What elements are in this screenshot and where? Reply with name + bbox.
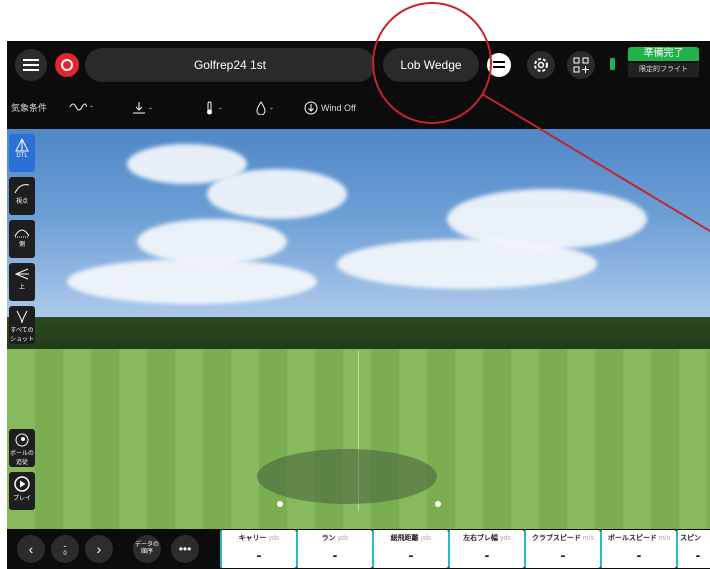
list-icon (493, 61, 505, 68)
shot-sub: 0 (63, 551, 67, 557)
annotation-circle (372, 2, 492, 124)
ball-follow-icon (15, 433, 29, 447)
battery-icon (610, 58, 615, 70)
session-title[interactable]: Golfrep24 1st (85, 48, 375, 82)
metric-label: 総飛距離 yds (390, 535, 432, 542)
tool-label: すべてのショット (9, 328, 34, 343)
gear-icon (534, 58, 548, 72)
wind-pattern-setting[interactable]: - (69, 101, 93, 111)
wind-setting[interactable]: Wind Off (304, 101, 356, 115)
altitude-value: - (149, 103, 152, 113)
metric-value: - (484, 547, 490, 563)
metric-value: - (560, 547, 566, 563)
menu-button[interactable] (15, 49, 47, 81)
wind-direction-icon (304, 101, 318, 115)
play-icon (14, 476, 30, 492)
brand-logo-icon (61, 59, 73, 71)
metric-label: スピン (680, 535, 701, 542)
brand-logo (55, 53, 79, 77)
metric-value: - (408, 547, 414, 563)
weather-label: 気象条件 (11, 103, 48, 113)
camera-dtl-button[interactable]: DTL (9, 134, 35, 172)
metric-label: キャリー yds (238, 535, 280, 542)
ball-follow-button[interactable]: ボールの追従 (9, 429, 35, 467)
view-icon (14, 184, 30, 194)
tool-label: 視点 (15, 199, 28, 205)
shot-number: - (63, 541, 67, 551)
play-button[interactable]: プレイ (9, 472, 35, 510)
metric-label: ボールスピード m/s (607, 535, 671, 542)
hamburger-icon (23, 59, 39, 71)
range-logo (257, 449, 437, 504)
cloud (337, 239, 597, 289)
metric-ball-speed[interactable]: ボールスピード m/s - (600, 530, 676, 568)
humidity-setting[interactable]: - (255, 101, 273, 115)
metric-value: - (695, 547, 701, 563)
tool-label: DTL (16, 153, 28, 159)
tool-label: 側 (18, 242, 25, 248)
temperature-value: - (219, 103, 222, 113)
shot-selector[interactable]: - 0 (51, 535, 79, 563)
top-bar: Golfrep24 1st Lob Wedge 準備完了 限定的フライト (7, 41, 710, 89)
metric-value: - (636, 547, 642, 563)
dtl-icon (15, 138, 29, 152)
golf-sim-app: Golfrep24 1st Lob Wedge 準備完了 限定的フライト 気象条… (7, 41, 710, 569)
more-options-button[interactable]: ••• (171, 535, 199, 563)
ready-label: 準備完了 (628, 47, 699, 61)
settings-button[interactable] (527, 51, 555, 79)
altitude-icon (133, 102, 145, 114)
grid-plus-icon (573, 57, 589, 73)
add-widget-button[interactable] (567, 51, 595, 79)
bottom-bar: ‹ - 0 › データの順序 ••• キャリー yds - ラン yds - 総… (7, 529, 710, 569)
metric-label: クラブスピード m/s (531, 535, 595, 542)
temperature-setting[interactable]: - (204, 101, 222, 115)
top-icon (14, 268, 29, 280)
metric-spin[interactable]: スピン - (676, 530, 710, 568)
metric-label: ラン yds (321, 535, 349, 542)
ellipsis-icon: ••• (178, 542, 192, 556)
weather-bar: 気象条件 - - - - Wind Off (7, 89, 710, 129)
tool-label: プレイ (12, 496, 31, 502)
metric-carry[interactable]: キャリー yds - (220, 530, 296, 568)
tool-label: ボールの追従 (9, 451, 34, 466)
cloud (207, 169, 347, 219)
metric-club-speed[interactable]: クラブスピード m/s - (524, 530, 600, 568)
camera-view-button[interactable]: 視点 (9, 177, 35, 215)
chevron-right-icon: › (96, 541, 102, 557)
cloud (67, 259, 317, 304)
metric-value: - (256, 547, 262, 563)
metric-label: 左右ブレ幅 yds (463, 535, 511, 542)
metric-run[interactable]: ラン yds - (296, 530, 372, 568)
ball-marker-left (277, 501, 283, 507)
tool-label: 上 (18, 285, 25, 291)
course-view[interactable]: DTL 視点 側 上 すべてのショット ボールの追従 プレイ (7, 129, 710, 529)
wind-value: Wind Off (321, 103, 356, 113)
cloud (137, 219, 287, 264)
ready-sublabel: 限定的フライト (628, 63, 699, 77)
camera-side-button[interactable]: 側 (9, 220, 35, 258)
humidity-value: - (270, 103, 273, 113)
side-icon (14, 229, 30, 238)
ready-status[interactable]: 準備完了 限定的フライト (628, 47, 699, 79)
all-shots-button[interactable]: すべてのショット (9, 306, 35, 344)
prev-shot-button[interactable]: ‹ (17, 535, 45, 563)
chevron-left-icon: ‹ (28, 541, 34, 557)
all-shots-icon (16, 310, 28, 324)
thermometer-icon (207, 101, 212, 115)
data-order-button[interactable]: データの順序 (133, 535, 161, 563)
altitude-setting[interactable]: - (132, 101, 152, 115)
wind-wave-icon (69, 103, 87, 111)
ball-marker-right (435, 501, 441, 507)
wind-pattern-value: - (90, 101, 93, 111)
next-shot-button[interactable]: › (85, 535, 113, 563)
metric-value: - (332, 547, 338, 563)
metric-total-distance[interactable]: 総飛距離 yds - (372, 530, 448, 568)
camera-top-button[interactable]: 上 (9, 263, 35, 301)
metric-offline[interactable]: 左右ブレ幅 yds - (448, 530, 524, 568)
droplet-icon (256, 101, 266, 115)
